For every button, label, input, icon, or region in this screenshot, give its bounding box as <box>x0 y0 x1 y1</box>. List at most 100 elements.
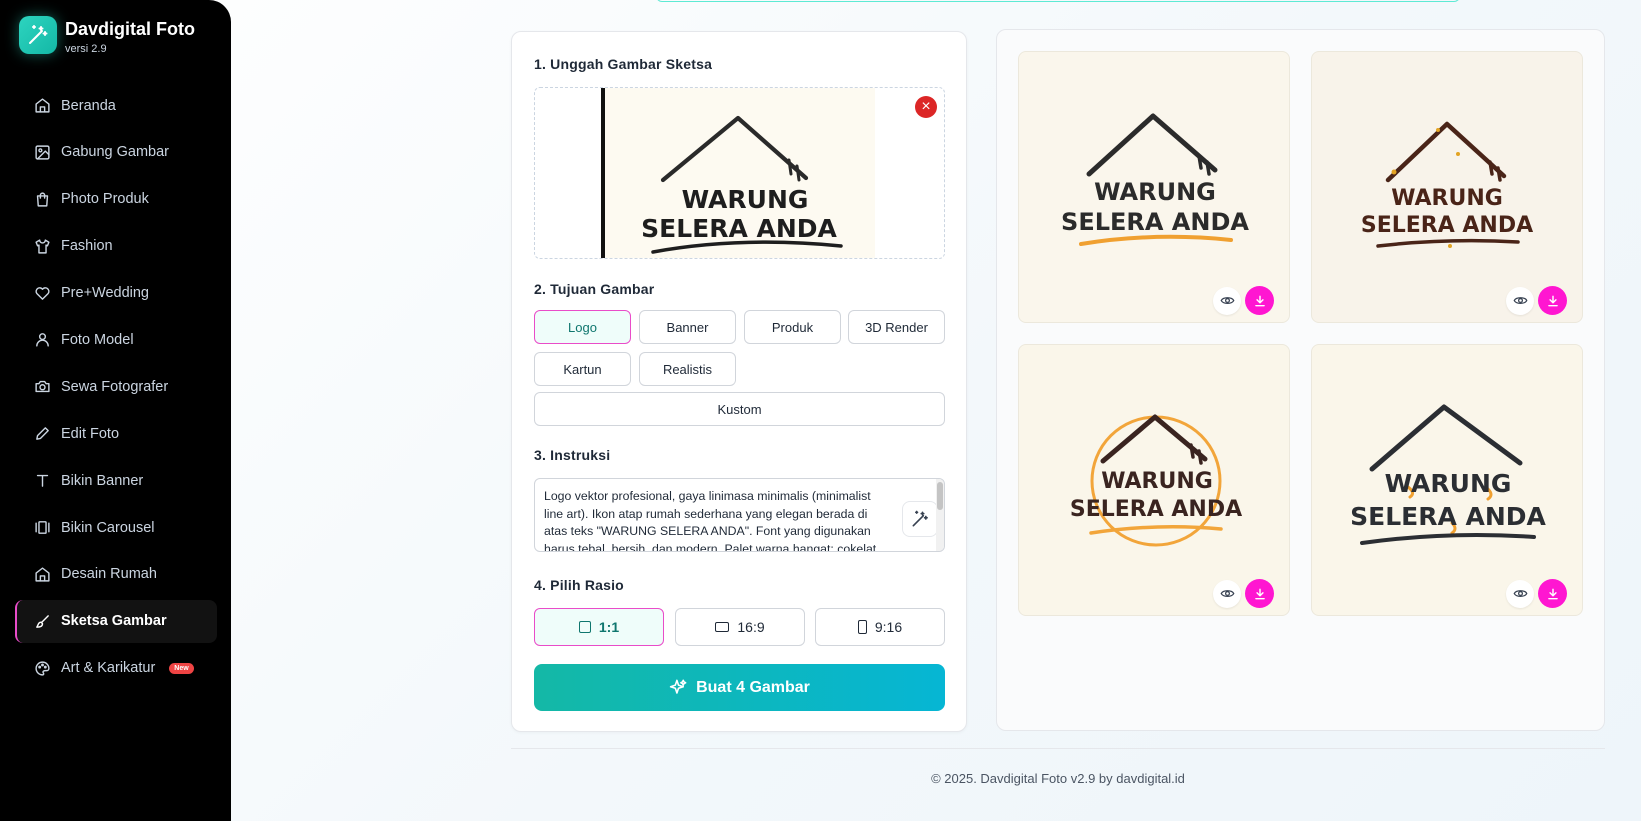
sidebar-item-label: Gabung Gambar <box>61 144 170 161</box>
result-text-line2: SELERA ANDA <box>1061 208 1249 236</box>
textarea-scrollbar[interactable] <box>936 479 944 551</box>
eye-icon <box>1513 297 1527 304</box>
close-icon: × <box>921 98 931 115</box>
home-icon <box>35 98 50 113</box>
sidebar-item-foto-model[interactable]: Foto Model <box>15 318 217 361</box>
ratio-label: 1:1 <box>598 619 620 635</box>
result-card-1[interactable]: WARUNG SELERA ANDA <box>1018 51 1290 323</box>
square-icon <box>578 621 591 633</box>
generate-label: Buat 4 Gambar <box>696 678 810 696</box>
user-icon <box>36 333 49 348</box>
landscape-icon <box>715 622 730 632</box>
image-icon <box>35 145 50 160</box>
eye-icon <box>1513 590 1527 597</box>
download-button[interactable] <box>1245 579 1274 608</box>
purpose-realistis-button[interactable]: Realistis <box>639 352 736 386</box>
results-panel: WARUNG SELERA ANDA WARUNG SELERA ANDA WA… <box>996 29 1605 731</box>
view-button[interactable] <box>1506 579 1534 608</box>
result-text-line2: SELERA ANDA <box>1361 213 1533 238</box>
sidebar-item-photo-produk[interactable]: Photo Produk <box>15 178 217 221</box>
sketch-image: WARUNG SELERA ANDA <box>641 115 843 254</box>
brush-icon <box>36 614 49 628</box>
enhance-prompt-button[interactable] <box>902 501 938 537</box>
sidebar-item-pre-wedding[interactable]: Pre+Wedding <box>15 272 217 315</box>
sidebar-item-art-karikatur[interactable]: Art & Karikatur New <box>15 647 217 690</box>
card-actions <box>1213 579 1274 608</box>
sidebar-item-desain-rumah[interactable]: Desain Rumah <box>15 553 217 596</box>
purpose-kustom-button[interactable]: Kustom <box>534 392 945 426</box>
brand-title: Davdigital Foto <box>65 19 195 39</box>
purpose-kartun-button[interactable]: Kartun <box>534 352 631 386</box>
result-card-3[interactable]: WARUNG SELERA ANDA <box>1018 344 1290 616</box>
purpose-banner-button[interactable]: Banner <box>639 310 736 344</box>
result-image-4: WARUNG SELERA ANDA <box>1350 404 1547 545</box>
portrait-icon <box>857 620 867 634</box>
shirt-icon <box>35 239 50 254</box>
result-card-4[interactable]: WARUNG SELERA ANDA <box>1311 344 1583 616</box>
heart-icon <box>35 286 50 300</box>
ratio-16-9-button[interactable]: 16:9 <box>675 608 805 646</box>
sidebar-item-label: Edit Foto <box>61 425 120 442</box>
result-image-1: WARUNG SELERA ANDA <box>1061 113 1249 246</box>
download-button[interactable] <box>1538 579 1567 608</box>
card-actions <box>1506 286 1567 315</box>
ratio-9-16-button[interactable]: 9:16 <box>815 608 945 646</box>
download-button[interactable] <box>1538 286 1567 315</box>
download-button[interactable] <box>1245 286 1274 315</box>
sidebar-item-label: Desain Rumah <box>61 566 157 583</box>
shopping-bag-icon <box>36 192 49 207</box>
purpose-produk-button[interactable]: Produk <box>744 310 841 344</box>
remove-image-button[interactable]: × <box>915 96 937 118</box>
sidebar-item-label: Pre+Wedding <box>61 285 149 302</box>
download-icon <box>1547 588 1558 599</box>
sidebar-item-label: Art & Karikatur <box>61 660 156 677</box>
sidebar-item-gabung-gambar[interactable]: Gabung Gambar <box>15 131 217 174</box>
sidebar-item-sketsa-gambar[interactable]: Sketsa Gambar <box>15 599 217 643</box>
card-actions <box>1213 286 1274 315</box>
result-text-line1: WARUNG <box>1391 186 1503 211</box>
step3-title: 3. Instruksi <box>534 447 611 463</box>
sidebar-item-beranda[interactable]: Beranda <box>15 84 217 127</box>
step4-title: 4. Pilih Rasio <box>534 577 624 593</box>
sketch-upload-area[interactable]: WARUNG SELERA ANDA × <box>534 87 945 259</box>
sidebar-item-sewa-fotografer[interactable]: Sewa Fotografer <box>15 365 217 408</box>
magic-wand-icon <box>912 510 928 527</box>
generate-button[interactable]: Buat 4 Gambar <box>534 664 945 711</box>
step2-title: 2. Tujuan Gambar <box>534 281 655 297</box>
download-icon <box>1254 588 1265 599</box>
textarea-scroll-thumb[interactable] <box>937 482 943 510</box>
ratio-label: 9:16 <box>874 619 903 635</box>
brand[interactable]: Davdigital Foto versi 2.9 <box>19 16 195 55</box>
camera-icon <box>35 381 50 393</box>
sidebar-item-label: Fashion <box>61 238 113 255</box>
sidebar-item-label: Photo Produk <box>61 191 149 208</box>
view-button[interactable] <box>1213 286 1241 315</box>
home-icon <box>35 567 50 582</box>
sidebar-nav: Beranda Gabung Gambar Photo Produk Fashi… <box>15 84 217 694</box>
palette-icon <box>35 661 50 676</box>
text-icon <box>36 474 49 487</box>
purpose-3d-render-button[interactable]: 3D Render <box>848 310 945 344</box>
carousel-icon <box>35 521 50 534</box>
result-text-line1: WARUNG <box>1094 178 1216 206</box>
result-text-line1: WARUNG <box>1385 469 1512 498</box>
eye-icon <box>1220 297 1234 304</box>
purpose-logo-button[interactable]: Logo <box>534 310 631 344</box>
eye-icon <box>1220 590 1234 597</box>
ratio-1-1-button[interactable]: 1:1 <box>534 608 664 646</box>
footer-text: © 2025. Davdigital Foto v2.9 by davdigit… <box>931 771 1185 786</box>
sidebar-item-label: Bikin Carousel <box>61 519 155 536</box>
view-button[interactable] <box>1213 579 1241 608</box>
result-card-2[interactable]: WARUNG SELERA ANDA <box>1311 51 1583 323</box>
sidebar-item-label: Foto Model <box>61 331 134 348</box>
sidebar-item-fashion[interactable]: Fashion <box>15 225 217 268</box>
instruction-textarea[interactable]: Logo vektor profesional, gaya linimasa m… <box>534 478 945 552</box>
result-image-3: WARUNG SELERA ANDA <box>1070 414 1242 547</box>
sidebar-item-label: Sewa Fotografer <box>61 378 169 395</box>
download-icon <box>1547 295 1558 306</box>
sidebar-item-edit-foto[interactable]: Edit Foto <box>15 412 217 455</box>
footer-divider <box>511 748 1605 749</box>
sidebar-item-bikin-banner[interactable]: Bikin Banner <box>15 459 217 502</box>
view-button[interactable] <box>1506 286 1534 315</box>
sidebar-item-bikin-carousel[interactable]: Bikin Carousel <box>15 506 217 549</box>
